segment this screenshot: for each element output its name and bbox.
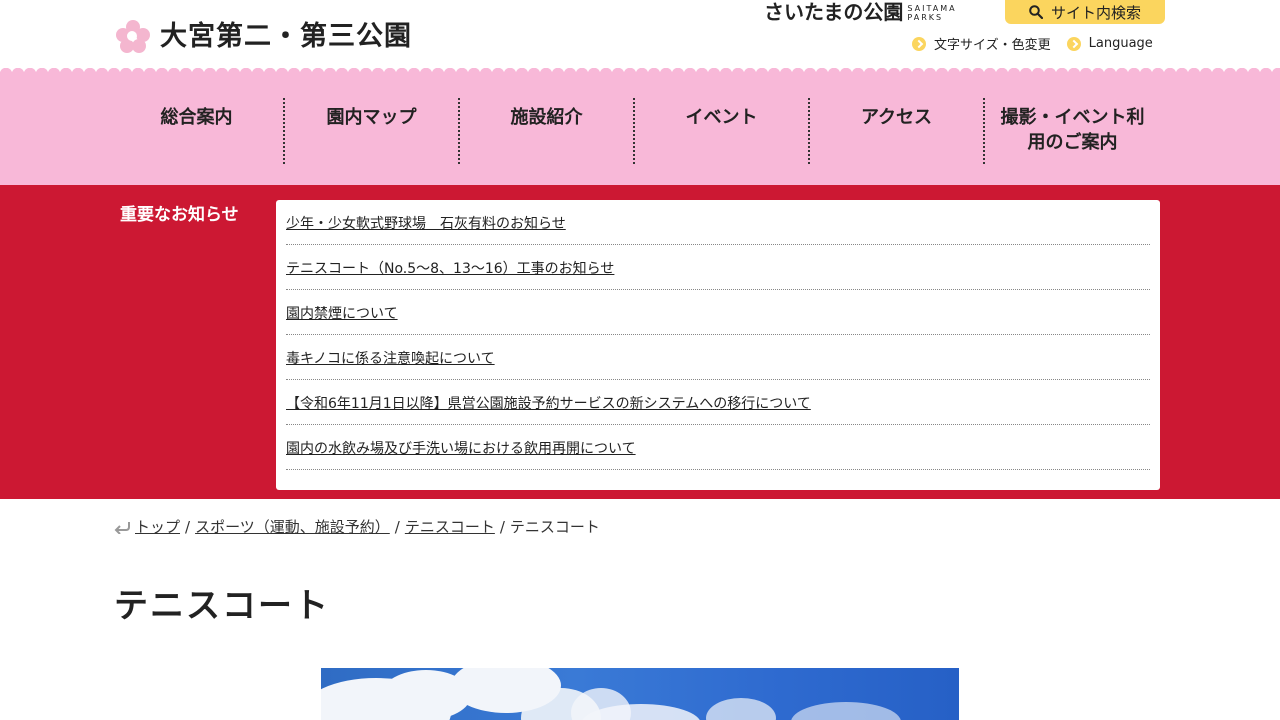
cloud-shape <box>791 702 901 720</box>
list-item: 園内禁煙について <box>286 290 1150 335</box>
saitama-parks-brand[interactable]: さいたまの公園 SAITAMA PARKS <box>764 0 967 24</box>
util-link-label: Language <box>1088 36 1153 51</box>
site-header: 大宮第二・第三公園 さいたまの公園 SAITAMA PARKS サイト内検索 文… <box>0 0 1280 74</box>
util-link-label: 文字サイズ・色変更 <box>934 38 1051 53</box>
site-logo[interactable]: 大宮第二・第三公園 <box>114 18 412 56</box>
utility-links: 文字サイズ・色変更 Language <box>912 34 1169 53</box>
notice-heading: 重要なお知らせ <box>120 205 239 225</box>
language-link[interactable]: Language <box>1066 34 1153 53</box>
breadcrumb-link-sports[interactable]: スポーツ（運動、施設予約） <box>195 516 390 537</box>
important-notice-section: 重要なお知らせ 少年・少女軟式野球場 石灰有料のお知らせ テニスコート（No.5… <box>0 185 1280 499</box>
nav-item-events[interactable]: イベント <box>635 98 810 164</box>
list-item: テニスコート（No.5～8、13～16）工事のお知らせ <box>286 245 1150 290</box>
notice-link[interactable]: 園内の水飲み場及び手洗い場における飲用再開について <box>286 438 636 458</box>
nav-item-park-map[interactable]: 園内マップ <box>285 98 460 164</box>
nav-item-label: 撮影・イベント利用のご案内 <box>1000 107 1145 153</box>
list-item: 【令和6年11月1日以降】県営公園施設予約サービスの新システムへの移行について <box>286 380 1150 425</box>
cloud-shape <box>706 698 776 720</box>
font-size-color-link[interactable]: 文字サイズ・色変更 <box>912 34 1051 53</box>
hero-image <box>321 668 959 720</box>
nav-item-label: イベント <box>685 107 758 128</box>
notice-link[interactable]: 【令和6年11月1日以降】県営公園施設予約サービスの新システムへの移行について <box>286 393 811 413</box>
breadcrumb-link-top[interactable]: トップ <box>135 516 180 537</box>
site-title: 大宮第二・第三公園 <box>160 21 412 52</box>
sakura-logo-icon <box>114 18 152 56</box>
nav-item-general-info[interactable]: 総合案内 <box>110 98 285 164</box>
nav-item-facilities[interactable]: 施設紹介 <box>460 98 635 164</box>
search-icon <box>1029 5 1043 19</box>
chevron-right-icon <box>912 36 926 51</box>
notice-list: 少年・少女軟式野球場 石灰有料のお知らせ テニスコート（No.5～8、13～16… <box>276 200 1160 490</box>
global-nav: 総合案内 園内マップ 施設紹介 イベント アクセス 撮影・イベント利用のご案内 <box>0 68 1280 185</box>
breadcrumb-separator: / <box>185 517 191 536</box>
search-label: サイト内検索 <box>1050 3 1141 22</box>
page-title: テニスコート <box>114 586 330 626</box>
list-item: 園内の水飲み場及び手洗い場における飲用再開について <box>286 425 1150 470</box>
list-item: 毒キノコに係る注意喚起について <box>286 335 1150 380</box>
chevron-right-icon <box>1066 36 1081 51</box>
brand-name-en: SAITAMA PARKS <box>907 4 957 22</box>
nav-item-label: アクセス <box>860 107 933 128</box>
breadcrumb: トップ / スポーツ（運動、施設予約） / テニスコート / テニスコート <box>114 516 600 537</box>
breadcrumb-separator: / <box>394 517 400 536</box>
nav-item-label: 園内マップ <box>326 107 417 128</box>
nav-item-label: 施設紹介 <box>510 107 583 128</box>
site-search-button[interactable]: サイト内検索 <box>1005 0 1165 24</box>
return-arrow-icon <box>114 521 130 534</box>
nav-item-access[interactable]: アクセス <box>810 98 985 164</box>
brand-name-jp: さいたまの公園 <box>764 0 904 24</box>
list-item: 少年・少女軟式野球場 石灰有料のお知らせ <box>286 200 1150 245</box>
notice-link[interactable]: テニスコート（No.5～8、13～16）工事のお知らせ <box>286 258 614 278</box>
breadcrumb-link-tennis[interactable]: テニスコート <box>405 516 495 537</box>
scallop-border <box>0 68 1280 80</box>
notice-link[interactable]: 園内禁煙について <box>286 303 398 323</box>
nav-item-filming-events[interactable]: 撮影・イベント利用のご案内 <box>985 98 1160 164</box>
notice-link[interactable]: 少年・少女軟式野球場 石灰有料のお知らせ <box>286 213 566 233</box>
nav-item-label: 総合案内 <box>160 107 233 128</box>
breadcrumb-separator: / <box>499 517 505 536</box>
breadcrumb-current: テニスコート <box>509 518 600 536</box>
notice-link[interactable]: 毒キノコに係る注意喚起について <box>286 348 495 368</box>
nav-list: 総合案内 園内マップ 施設紹介 イベント アクセス 撮影・イベント利用のご案内 <box>110 98 1160 164</box>
